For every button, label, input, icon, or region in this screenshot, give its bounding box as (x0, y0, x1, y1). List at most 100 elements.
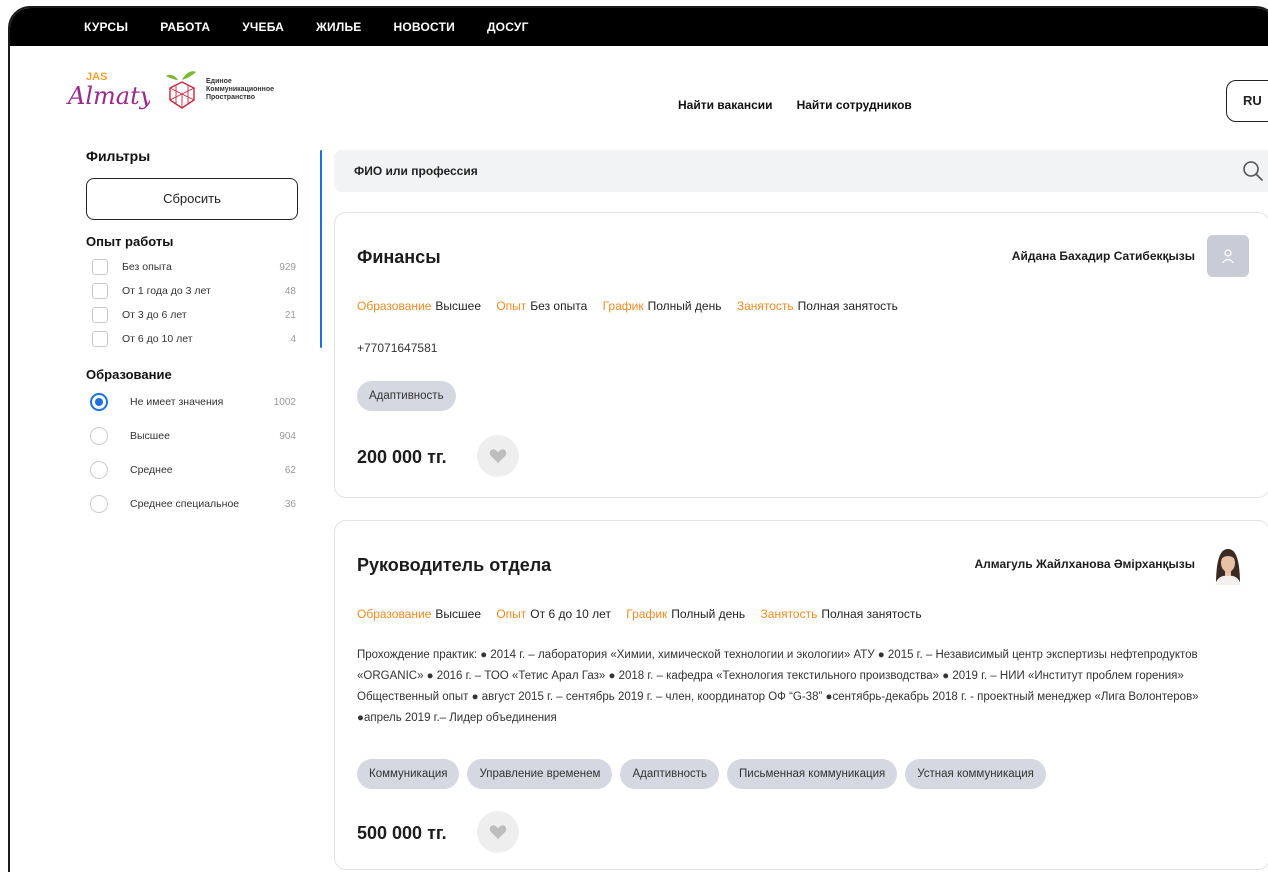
education-option[interactable]: Среднее 62 (86, 456, 310, 484)
skill-tag[interactable]: Устная коммуникация (905, 759, 1046, 789)
nav-leisure[interactable]: ДОСУГ (487, 20, 529, 34)
option-count: 21 (284, 309, 296, 321)
option-label: От 6 до 10 лет (122, 333, 193, 345)
search-placeholder: ФИО или профессия (354, 164, 478, 178)
option-label: Среднее специальное (130, 498, 240, 510)
radio[interactable] (90, 461, 108, 479)
heart-icon (489, 825, 507, 839)
skill-tag[interactable]: Письменная коммуникация (727, 759, 898, 789)
nav-work[interactable]: РАБОТА (160, 20, 210, 34)
favorite-button[interactable] (477, 435, 519, 477)
nav-news[interactable]: НОВОСТИ (394, 20, 455, 34)
option-label: Среднее (130, 464, 173, 476)
education-option[interactable]: Среднее специальное 36 (86, 490, 310, 518)
skill-tags: Коммуникация Управление временем Адаптив… (357, 759, 1046, 789)
browser-frame: КУРСЫ РАБОТА УЧЕБА ЖИЛЬЕ НОВОСТИ ДОСУГ J… (8, 6, 1268, 872)
filters-sidebar: Фильтры Сбросить Опыт работы Без опыта 9… (86, 148, 310, 518)
meta-key: Опыт (496, 299, 527, 313)
meta-key: Образование (357, 299, 432, 313)
top-navigation: КУРСЫ РАБОТА УЧЕБА ЖИЛЬЕ НОВОСТИ ДОСУГ (10, 8, 1268, 46)
checkbox[interactable] (92, 307, 108, 323)
education-option[interactable]: Не имеет значения 1002 (86, 388, 310, 416)
heart-icon (489, 449, 507, 463)
salary: 500 000 тг. (357, 823, 447, 843)
experience-option[interactable]: Без опыта 929 (86, 255, 310, 279)
meta-key: Занятость (736, 299, 794, 313)
find-employees-link[interactable]: Найти сотрудников (797, 98, 912, 112)
meta-value: От 6 до 10 лет (530, 607, 611, 621)
meta-value: Полная занятость (821, 607, 922, 621)
raspberry-leaf-icon (166, 71, 196, 109)
ekp-line-3: Пространство (206, 94, 256, 101)
resume-card[interactable]: Финансы Айдана Бахадир Сатибекқызы Образ… (334, 212, 1268, 498)
education-option[interactable]: Высшее 904 (86, 422, 310, 450)
option-label: От 1 года до 3 лет (122, 285, 211, 297)
ekp-logo[interactable]: Единое Коммуникационное Пространство (164, 70, 314, 114)
meta-key: График (626, 607, 668, 621)
option-label: Высшее (130, 430, 170, 442)
resume-card[interactable]: Руководитель отдела Алмагуль Жайлханова … (334, 520, 1268, 870)
filters-title: Фильтры (86, 148, 151, 164)
radio[interactable] (90, 427, 108, 445)
reset-button[interactable]: Сбросить (86, 178, 298, 220)
skill-tag[interactable]: Коммуникация (357, 759, 460, 789)
skill-tag[interactable]: Управление временем (467, 759, 613, 789)
card-title[interactable]: Финансы (357, 247, 441, 268)
ekp-line-1: Единое (206, 78, 232, 85)
checkbox[interactable] (92, 283, 108, 299)
experience-option[interactable]: От 3 до 6 лет 21 (86, 303, 310, 327)
meta-key: График (602, 299, 644, 313)
ekp-line-2: Коммуникационное (206, 86, 275, 93)
checkbox[interactable] (92, 259, 108, 275)
radio-selected[interactable] (90, 393, 108, 411)
avatar (1207, 543, 1249, 585)
search-bar[interactable]: ФИО или профессия (334, 150, 1268, 192)
experience-option[interactable]: От 1 года до 3 лет 48 (86, 279, 310, 303)
favorite-button[interactable] (477, 811, 519, 853)
salary: 200 000 тг. (357, 447, 447, 467)
jas-almaty-logo[interactable]: JAS Almaty (66, 68, 154, 114)
meta-value: Полная занятость (797, 299, 898, 313)
meta-value: Высшее (435, 607, 481, 621)
option-label: Без опыта (122, 261, 172, 273)
candidate-name: Алмагуль Жайлханова Әмірханқызы (974, 557, 1195, 571)
option-label: От 3 до 6 лет (122, 309, 187, 321)
nav-study[interactable]: УЧЕБА (242, 20, 284, 34)
option-count: 36 (284, 498, 296, 510)
phone-number: +77071647581 (357, 341, 438, 355)
candidate-name: Айдана Бахадир Сатибекқызы (1011, 249, 1195, 263)
option-count: 4 (290, 333, 296, 345)
option-count: 1002 (273, 396, 296, 408)
education-title: Образование (86, 367, 172, 382)
sidebar-scrollbar[interactable] (320, 150, 322, 348)
card-meta: Образование Высшее Опыт От 6 до 10 лет Гра… (357, 607, 934, 621)
candidate-description: Прохождение практик: ● 2014 г. – лаборат… (357, 649, 1199, 724)
option-count: 929 (279, 261, 296, 273)
avatar (1207, 235, 1249, 277)
checkbox[interactable] (92, 331, 108, 347)
card-meta: Образование Высшее Опыт Без опыта График По… (357, 299, 910, 313)
meta-key: Опыт (496, 607, 527, 621)
user-icon (1222, 249, 1234, 264)
meta-value: Полный день (671, 607, 746, 621)
nav-courses[interactable]: КУРСЫ (84, 20, 128, 34)
nav-housing[interactable]: ЖИЛЬЕ (316, 20, 362, 34)
radio[interactable] (90, 495, 108, 513)
meta-key: Образование (357, 607, 432, 621)
meta-value: Высшее (435, 299, 481, 313)
person-photo-icon (1215, 549, 1241, 585)
option-count: 48 (284, 285, 296, 297)
experience-option[interactable]: От 6 до 10 лет 4 (86, 327, 310, 351)
find-vacancies-link[interactable]: Найти вакансии (678, 98, 773, 112)
skill-tags: Адаптивность (357, 381, 456, 411)
card-title[interactable]: Руководитель отдела (357, 555, 551, 576)
meta-key: Занятость (760, 607, 818, 621)
logo-almaty-text: Almaty (66, 82, 150, 110)
search-icon[interactable] (1242, 160, 1264, 187)
experience-title: Опыт работы (86, 234, 174, 249)
language-button[interactable]: RU (1226, 80, 1268, 122)
skill-tag[interactable]: Адаптивность (620, 759, 720, 789)
option-count: 904 (279, 430, 296, 442)
meta-value: Полный день (647, 299, 722, 313)
skill-tag[interactable]: Адаптивность (357, 381, 456, 411)
